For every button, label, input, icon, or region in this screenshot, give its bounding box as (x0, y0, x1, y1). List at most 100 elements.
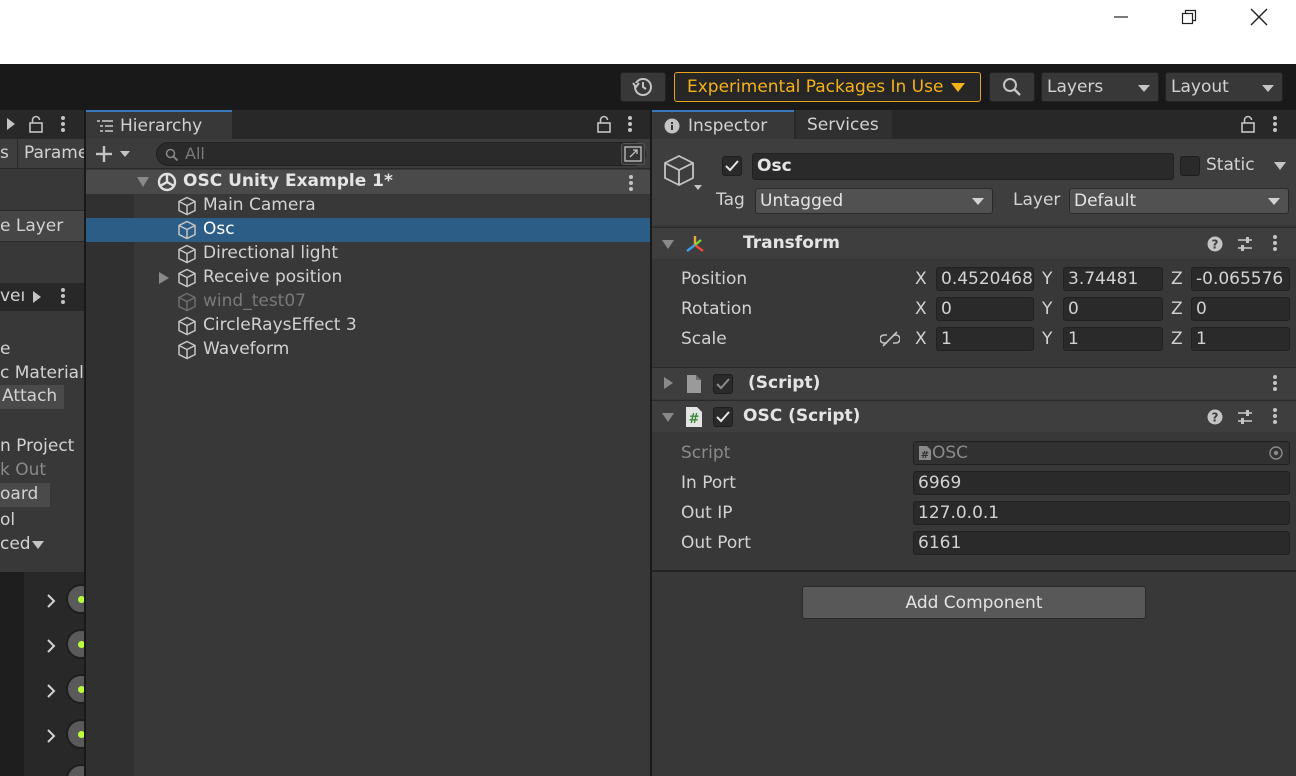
transform-header[interactable]: Transform ? (652, 227, 1296, 259)
more-icon[interactable] (629, 175, 633, 193)
osc-script-header[interactable]: # OSC (Script) ? (652, 400, 1296, 432)
out-ip-field[interactable]: 127.0.0.1 (913, 501, 1290, 525)
layout-dropdown[interactable]: Layout (1165, 72, 1283, 102)
more-icon[interactable] (1273, 375, 1277, 393)
presets-icon[interactable] (1237, 236, 1253, 252)
script-object-field[interactable]: # OSC (913, 441, 1290, 465)
hierarchy-item-label: Receive position (203, 267, 343, 287)
scale-y-field[interactable]: 1 (1063, 327, 1163, 351)
chevron-down-icon[interactable] (1274, 162, 1286, 170)
lock-icon[interactable] (596, 115, 612, 133)
more-icon[interactable] (61, 116, 65, 134)
help-icon[interactable]: ? (1207, 409, 1223, 425)
layer-button[interactable]: e Layer (0, 210, 84, 242)
chevron-right-icon[interactable] (664, 377, 673, 389)
left-item[interactable]: n Project (0, 436, 74, 456)
help-icon[interactable]: ? (1207, 236, 1223, 252)
create-button[interactable] (94, 143, 134, 165)
tab-inspector[interactable]: Inspector (652, 110, 794, 139)
chevron-down-icon[interactable] (662, 240, 674, 249)
expand-search-icon[interactable] (621, 143, 645, 165)
rotation-z-field[interactable]: 0 (1191, 297, 1290, 321)
hierarchy-item[interactable]: Waveform (86, 338, 650, 362)
presets-icon[interactable] (1237, 409, 1253, 425)
layers-dropdown[interactable]: Layers (1041, 72, 1159, 102)
more-icon[interactable] (1273, 408, 1277, 426)
constrain-proportions-icon[interactable] (880, 331, 900, 347)
position-y-field[interactable]: 3.74481 (1063, 267, 1163, 291)
more-icon[interactable] (628, 116, 632, 134)
chevron-down-icon[interactable] (662, 413, 674, 422)
minimize-icon[interactable] (1086, 0, 1156, 34)
more-icon[interactable] (61, 288, 65, 306)
left-tab-partial[interactable]: s (0, 143, 9, 163)
hierarchy-item-label: wind_test07 (203, 291, 306, 311)
restore-icon[interactable] (1154, 0, 1224, 34)
object-picker-icon[interactable] (1269, 446, 1283, 460)
position-x-field[interactable]: 0.4520468 (936, 267, 1034, 291)
out-ip-label: Out IP (681, 503, 733, 523)
lock-icon[interactable] (28, 115, 44, 133)
left-item[interactable]: ced (0, 534, 31, 554)
divider (652, 570, 1296, 572)
add-component-button[interactable]: Add Component (802, 586, 1146, 619)
axis-z-label: Z (1171, 299, 1183, 319)
chevron-right-icon[interactable] (46, 684, 56, 698)
left-item[interactable]: k Out (0, 460, 46, 480)
in-port-field[interactable]: 6969 (913, 471, 1290, 495)
chevron-right-icon[interactable] (46, 594, 56, 608)
layer-dropdown[interactable]: Default (1069, 188, 1289, 214)
hierarchy-item-label: CircleRaysEffect 3 (203, 315, 357, 335)
hierarchy-search-input[interactable]: All (156, 142, 646, 166)
chevron-down-icon (1268, 198, 1280, 205)
left-item[interactable]: ol (0, 510, 15, 530)
hierarchy-item[interactable]: CircleRaysEffect 3 (86, 314, 650, 338)
chevron-right-icon[interactable] (46, 729, 56, 743)
osc-script-checkbox[interactable] (713, 407, 733, 427)
chevron-down-icon (951, 83, 965, 92)
board-button[interactable]: oard (0, 483, 50, 507)
chevron-right-icon[interactable] (33, 291, 41, 303)
left-item[interactable]: c Material (0, 363, 84, 383)
tag-dropdown[interactable]: Untagged (755, 188, 993, 214)
hierarchy-item[interactable]: wind_test07 (86, 290, 650, 314)
out-port-label: Out Port (681, 533, 751, 553)
lock-icon[interactable] (1240, 115, 1256, 133)
tab-services[interactable]: Services (796, 110, 892, 139)
hierarchy-item[interactable]: Directional light (86, 242, 650, 266)
close-icon[interactable] (1224, 0, 1294, 34)
left-tab-params[interactable]: Parame (24, 143, 84, 163)
out-port-field[interactable]: 6161 (913, 531, 1290, 555)
hierarchy-item[interactable]: Receive position (86, 266, 650, 290)
active-checkbox[interactable] (722, 156, 742, 176)
static-checkbox[interactable] (1180, 156, 1200, 176)
chevron-right-icon[interactable] (46, 639, 56, 653)
search-button[interactable] (989, 72, 1035, 102)
chevron-right-icon[interactable] (6, 118, 16, 130)
position-z-field[interactable]: -0.065576 (1191, 267, 1290, 291)
object-name-input[interactable]: Osc (752, 153, 1174, 180)
checkmark-icon (725, 160, 739, 172)
more-icon[interactable] (1273, 235, 1277, 253)
hierarchy-item[interactable]: Main Camera (86, 194, 650, 218)
chevron-down-icon[interactable] (137, 177, 149, 187)
gameobject-cube-icon[interactable] (662, 153, 704, 195)
scale-x-field[interactable]: 1 (936, 327, 1034, 351)
attach-button[interactable]: Attach (0, 385, 64, 409)
axis-x-label: X (915, 269, 927, 289)
left-item[interactable]: e (0, 339, 10, 359)
missing-script-checkbox[interactable] (713, 374, 733, 394)
scale-z-field[interactable]: 1 (1191, 327, 1290, 351)
rotation-x-field[interactable]: 0 (936, 297, 1034, 321)
history-button[interactable] (620, 72, 666, 102)
chevron-right-icon[interactable] (159, 272, 169, 284)
experimental-packages-button[interactable]: Experimental Packages In Use (674, 72, 981, 102)
chevron-down-icon[interactable] (32, 541, 44, 549)
missing-script-header[interactable]: (Script) (652, 367, 1296, 399)
rotation-y-field[interactable]: 0 (1063, 297, 1163, 321)
scene-header-row[interactable]: OSC Unity Example 1* (86, 170, 650, 194)
axis-y-label: Y (1042, 299, 1053, 319)
tab-hierarchy[interactable]: Hierarchy (86, 110, 232, 139)
more-icon[interactable] (1273, 116, 1277, 134)
hierarchy-item[interactable]: Osc (86, 218, 650, 242)
